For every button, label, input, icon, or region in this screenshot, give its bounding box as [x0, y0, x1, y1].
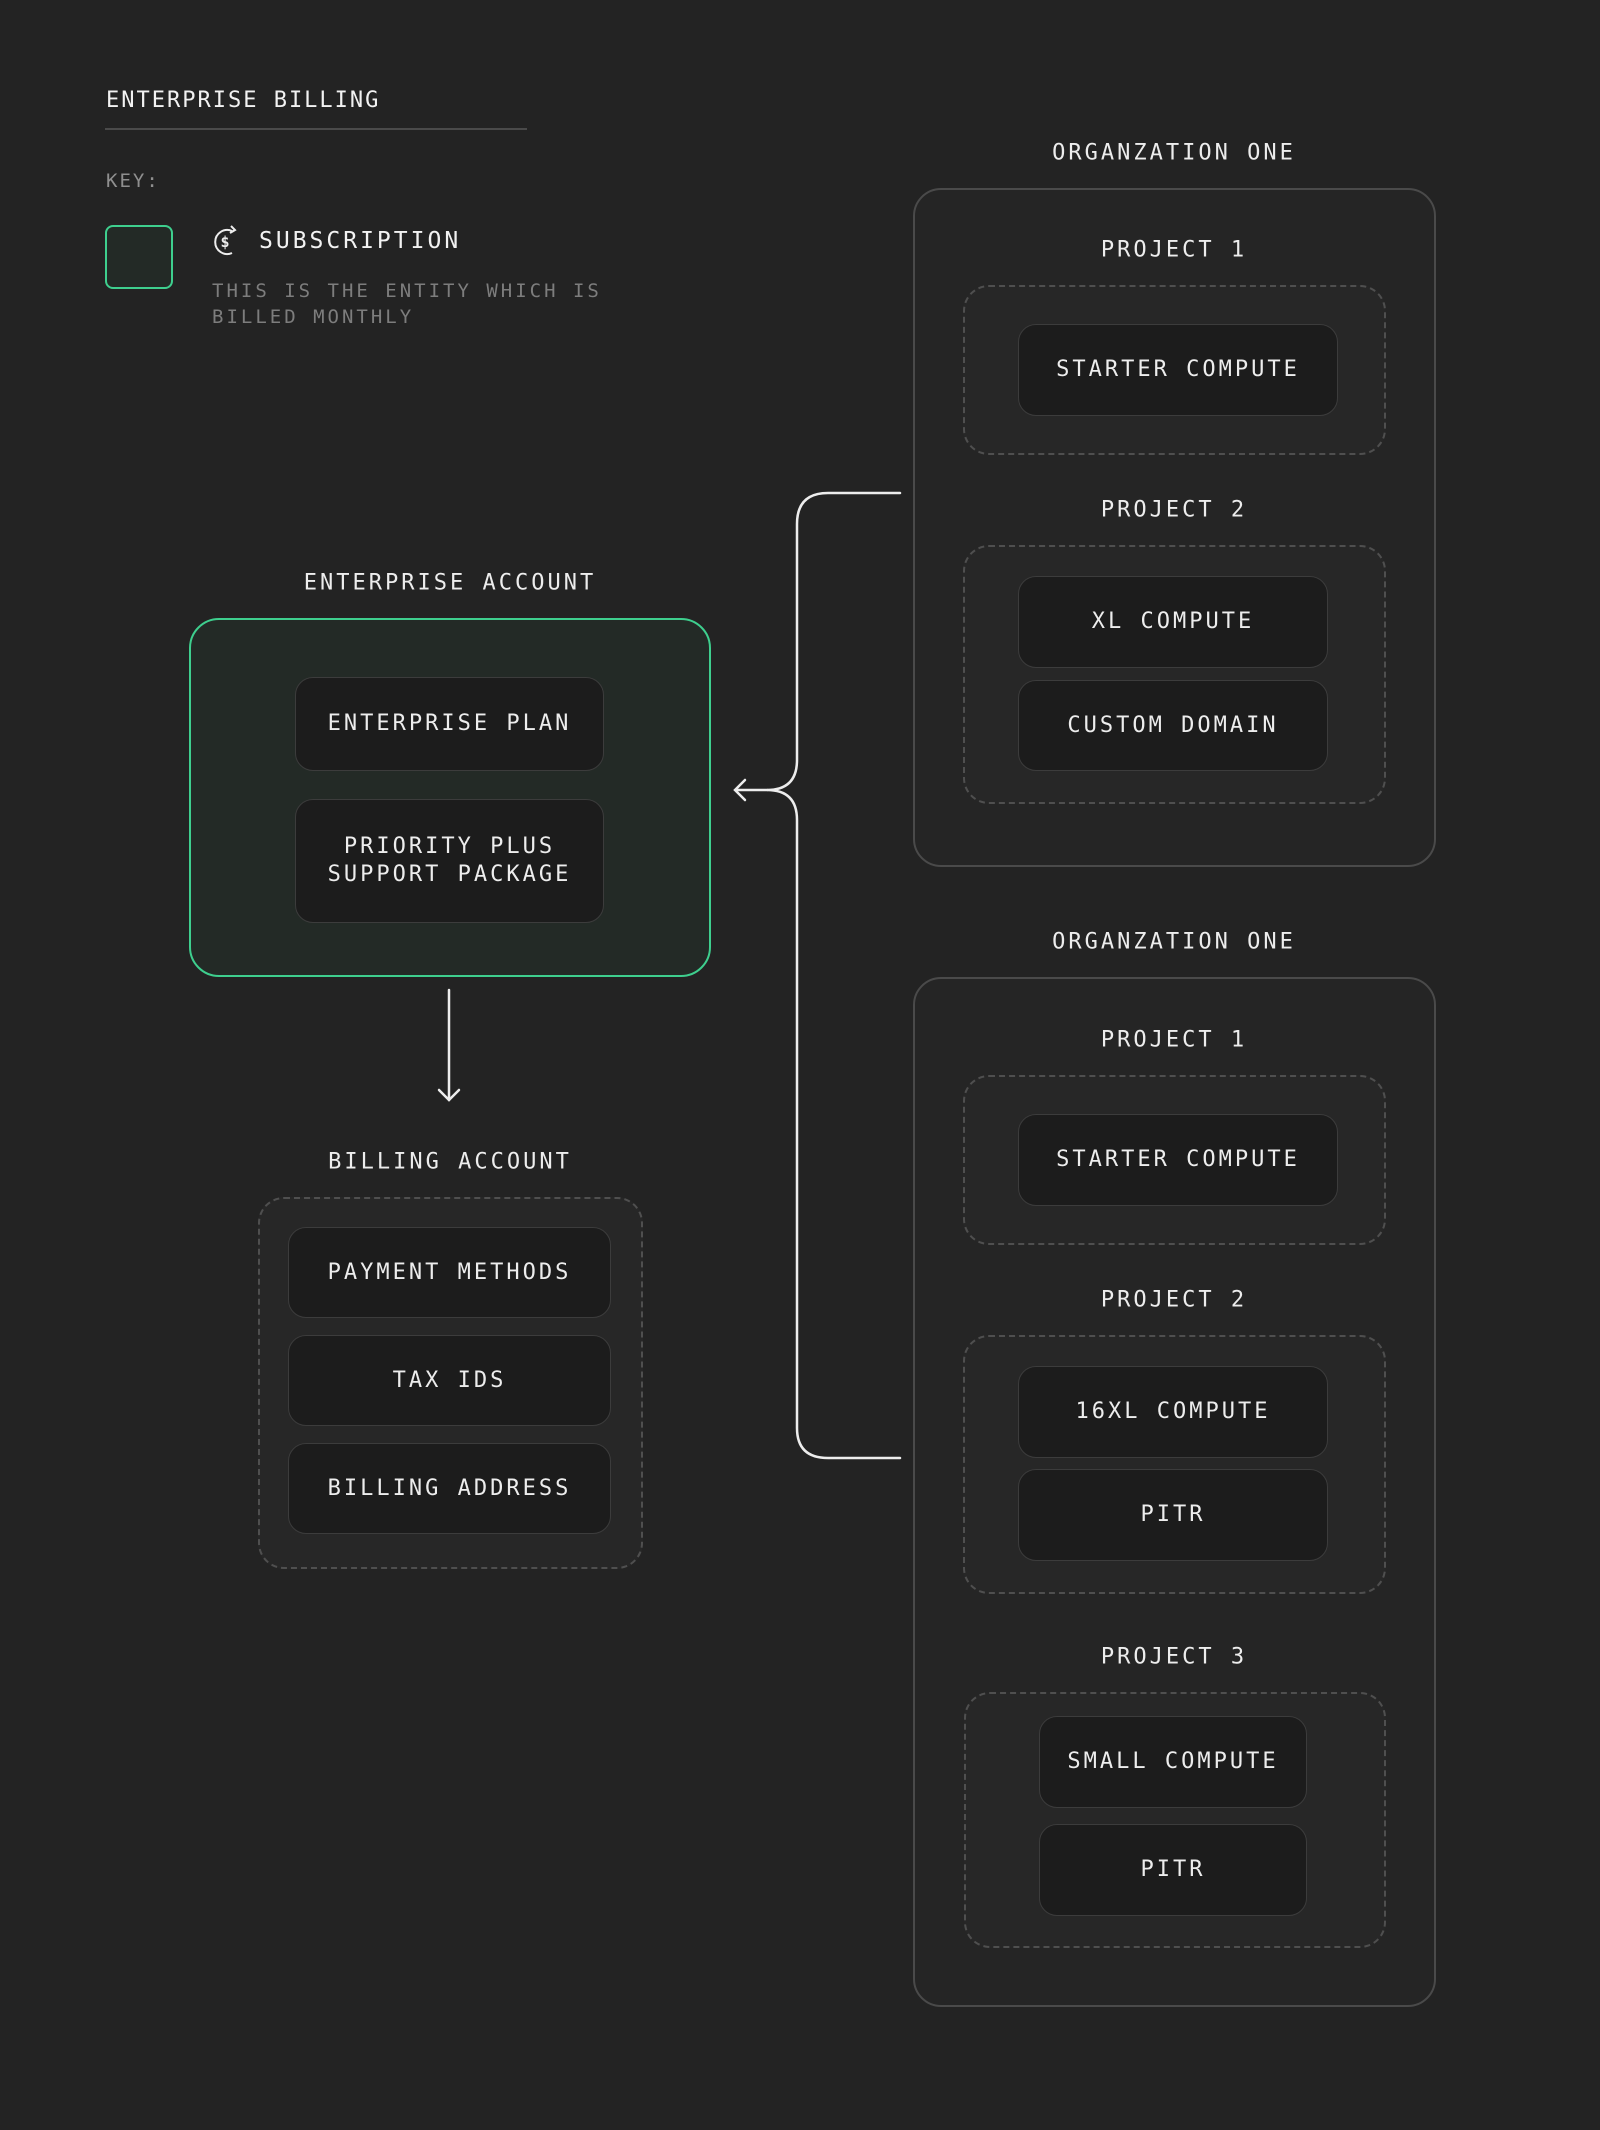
pitr-item[interactable]: PITR [1039, 1824, 1307, 1916]
starter-compute-item[interactable]: STARTER COMPUTE [1018, 1114, 1338, 1206]
custom-domain-item[interactable]: CUSTOM DOMAIN [1018, 680, 1328, 771]
item-label: SMALL COMPUTE [1067, 1749, 1279, 1774]
project-label: PROJECT 3 [1100, 1644, 1248, 1670]
item-label: TAX IDS [392, 1367, 507, 1393]
billing-account-label: BILLING ACCOUNT [328, 1149, 572, 1175]
enterprise-account-box [189, 618, 711, 977]
tax-ids-item[interactable]: TAX IDS [288, 1335, 611, 1426]
billing-address-item[interactable]: BILLING ADDRESS [288, 1443, 611, 1534]
enterprise-plan-item[interactable]: ENTERPRISE PLAN [295, 677, 604, 771]
item-label: PITR [1140, 1857, 1206, 1882]
priority-support-item[interactable]: PRIORITY PLUS SUPPORT PACKAGE [295, 799, 604, 923]
item-label: ENTERPRISE PLAN [327, 711, 572, 736]
item-label: STARTER COMPUTE [1056, 357, 1300, 382]
item-label: SUPPORT PACKAGE [327, 862, 572, 887]
item-label: 16XL COMPUTE [1075, 1399, 1271, 1424]
organization-label: ORGANZATION ONE [1052, 929, 1296, 955]
item-label: PITR [1140, 1502, 1206, 1527]
xl-compute-item[interactable]: XL COMPUTE [1018, 576, 1328, 668]
item-label: STARTER COMPUTE [1056, 1147, 1300, 1172]
item-label: BILLING ADDRESS [327, 1475, 572, 1501]
enterprise-account-label: ENTERPRISE ACCOUNT [303, 570, 597, 596]
project-label: PROJECT 2 [1100, 1287, 1248, 1313]
project-label: PROJECT 2 [1100, 497, 1248, 523]
organization-label: ORGANZATION ONE [1052, 140, 1296, 166]
item-label: CUSTOM DOMAIN [1067, 712, 1279, 738]
16xl-compute-item[interactable]: 16XL COMPUTE [1018, 1366, 1328, 1458]
item-label: PAYMENT METHODS [327, 1259, 572, 1285]
project-label: PROJECT 1 [1100, 1027, 1248, 1053]
project-label: PROJECT 1 [1100, 237, 1248, 263]
payment-methods-item[interactable]: PAYMENT METHODS [288, 1227, 611, 1318]
item-label: PRIORITY PLUS [343, 834, 556, 859]
small-compute-item[interactable]: SMALL COMPUTE [1039, 1716, 1307, 1808]
pitr-item[interactable]: PITR [1018, 1469, 1328, 1561]
bracket-connector [766, 491, 902, 1460]
starter-compute-item[interactable]: STARTER COMPUTE [1018, 324, 1338, 416]
item-label: XL COMPUTE [1091, 609, 1255, 634]
